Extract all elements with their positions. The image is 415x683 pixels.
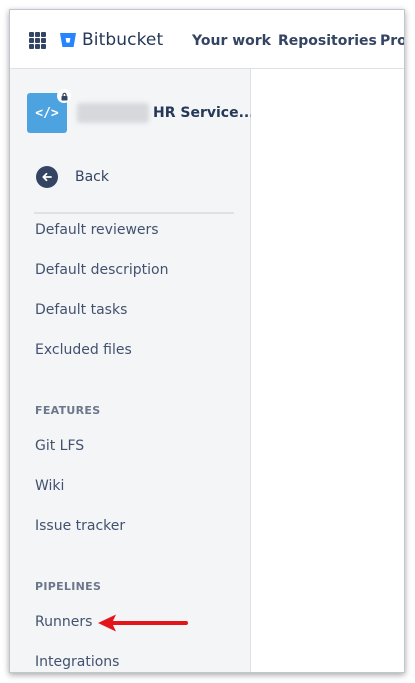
back-arrow-icon — [36, 166, 58, 188]
browser-frame: Bitbucket Your work Repositories Proj </… — [9, 9, 405, 673]
section-heading-features: FEATURES — [35, 404, 101, 417]
sidebar-item-default-tasks[interactable]: Default tasks — [35, 302, 127, 318]
nav-projects[interactable]: Proj — [380, 33, 404, 49]
bitbucket-logo[interactable]: Bitbucket — [59, 30, 163, 50]
app-switcher-icon[interactable] — [29, 32, 46, 49]
main-content — [251, 69, 404, 672]
repo-name: HR Service... — [153, 105, 255, 121]
code-icon: </> — [35, 105, 59, 121]
app-name: Bitbucket — [82, 30, 164, 50]
section-heading-pipelines: PIPELINES — [35, 580, 102, 593]
sidebar-item-excluded-files[interactable]: Excluded files — [35, 342, 132, 358]
nav-repositories[interactable]: Repositories — [278, 33, 377, 49]
sidebar-item-wiki[interactable]: Wiki — [35, 478, 64, 494]
bitbucket-logo-icon — [60, 33, 76, 47]
sidebar-divider — [34, 212, 234, 214]
annotation-arrow-icon — [98, 614, 188, 632]
back-label: Back — [75, 169, 109, 185]
sidebar-item-git-lfs[interactable]: Git LFS — [35, 438, 84, 454]
repo-avatar: </> — [27, 89, 71, 133]
back-button[interactable]: Back — [36, 166, 109, 188]
sidebar-item-default-reviewers[interactable]: Default reviewers — [35, 222, 159, 238]
repo-header[interactable]: </> HR Service... — [27, 89, 255, 133]
sidebar-item-issue-tracker[interactable]: Issue tracker — [35, 518, 125, 534]
top-navigation: Bitbucket Your work Repositories Proj — [10, 10, 404, 69]
nav-your-work[interactable]: Your work — [192, 33, 271, 49]
lock-icon — [57, 89, 71, 103]
sidebar-item-runners[interactable]: Runners — [35, 614, 92, 630]
sidebar-item-default-description[interactable]: Default description — [35, 262, 168, 278]
redacted-workspace-name — [77, 103, 149, 123]
settings-sidebar: </> HR Service... Back Default reviewers… — [10, 69, 255, 672]
sidebar-item-integrations[interactable]: Integrations — [35, 654, 119, 670]
